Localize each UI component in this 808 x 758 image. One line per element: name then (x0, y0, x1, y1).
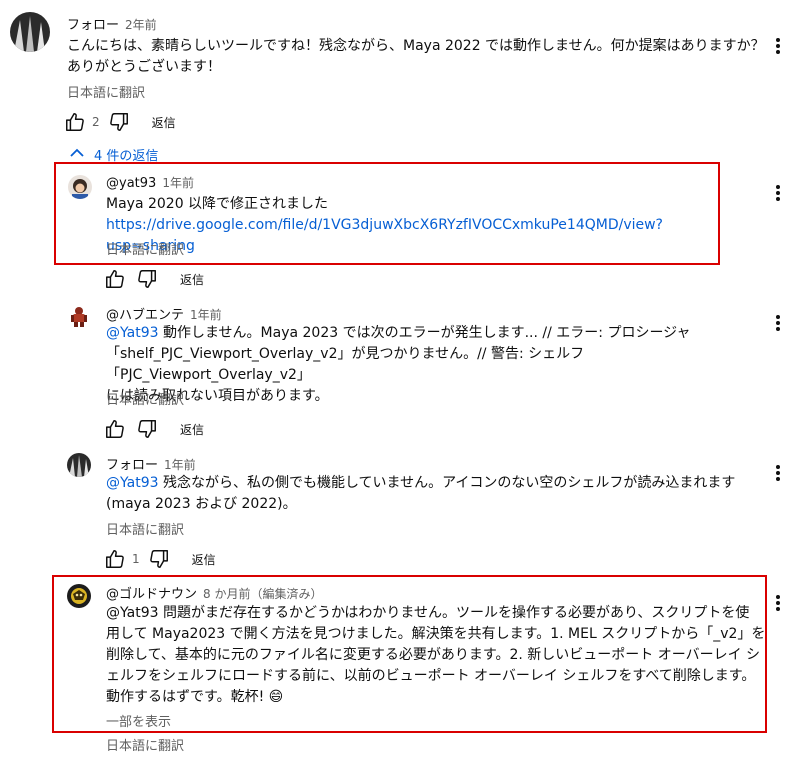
translate-link[interactable]: 日本語に翻訳 (106, 735, 184, 754)
reply-actions: 返信 (104, 418, 204, 440)
mention-link[interactable]: @Yat93 (106, 325, 159, 341)
show-less-button[interactable]: 一部を表示 (106, 711, 171, 730)
drive-link[interactable]: https://drive.google.com/file/d/1VG3djuw… (106, 217, 663, 254)
dislike-icon[interactable] (136, 418, 158, 440)
reply-text-line: Maya 2020 以降で修正されました (106, 196, 329, 212)
author-name[interactable]: @yat93 (106, 176, 156, 191)
like-count: 2 (92, 115, 100, 129)
dislike-icon[interactable] (108, 111, 130, 133)
like-icon[interactable] (104, 548, 126, 570)
avatar-reply-1[interactable] (68, 175, 92, 199)
replies-count-label: 4 件の返信 (94, 149, 159, 164)
chevron-up-icon (70, 147, 84, 162)
reply-text: @Yat93 問題がまだ存在するかどうかはわかりません。ツールを操作する必要があ… (106, 603, 766, 708)
reply-text-line: 残念ながら、私の側でも機能していません。アイコンのない空のシェルフが読み込まれま… (158, 475, 736, 491)
edited-label: （編集済み） (250, 587, 323, 601)
reply-text-line: 削除して、基本的に元のファイル名に変更する必要があります。2. 新しいビューポー… (106, 647, 761, 663)
reply-button[interactable]: 返信 (192, 551, 216, 568)
reply-text: Maya 2020 以降で修正されました https://drive.googl… (106, 194, 746, 257)
more-actions-icon[interactable] (770, 593, 786, 613)
reply-text-line: 動作するはずです。乾杯! 😄 (106, 689, 284, 705)
reply-time[interactable]: 1年前 (190, 308, 222, 322)
comment-text-line: ありがとうございます！ (67, 59, 221, 75)
avatar-reply-3[interactable] (67, 453, 91, 477)
like-count: 1 (132, 552, 140, 566)
more-actions-icon[interactable] (770, 313, 786, 333)
reply-time[interactable]: 1年前 (164, 458, 196, 472)
dislike-icon[interactable] (136, 268, 158, 290)
translate-link[interactable]: 日本語に翻訳 (106, 239, 184, 258)
translate-link[interactable]: 日本語に翻訳 (106, 519, 184, 538)
reply-actions: 1 返信 (104, 548, 216, 570)
translate-link[interactable]: 日本語に翻訳 (106, 389, 184, 408)
comment-actions: 2 返信 (64, 111, 176, 133)
comment-text: こんにちは、素晴らしいツールですね！残念ながら、Maya 2022 では動作しま… (67, 36, 787, 78)
reply-actions: 返信 (104, 268, 204, 290)
reply-button[interactable]: 返信 (152, 114, 176, 131)
reply-text-line: @Yat93 問題がまだ存在するかどうかはわかりません。ツールを操作する必要があ… (106, 605, 750, 621)
reply-text-line: 動作しません。Maya 2023 では次のエラーが発生します... // エラー… (158, 325, 691, 341)
like-icon[interactable] (104, 418, 126, 440)
avatar-reply-2[interactable] (67, 304, 91, 328)
reply-text-line: (maya 2023 および 2022)。 (106, 496, 297, 512)
comment-time[interactable]: 2年前 (125, 18, 157, 32)
reply-button[interactable]: 返信 (180, 271, 204, 288)
reply-header: @yat93 1年前 (106, 174, 194, 191)
reply-header: @ハブエンテ 1年前 (106, 304, 222, 323)
comment-text-line: こんにちは、素晴らしいツールですね！残念ながら、Maya 2022 では動作しま… (67, 38, 765, 54)
reply-text-line: 用して Maya2023 で開く方法を見つけました。解決策を共有します。1. M… (106, 626, 766, 642)
reply-button[interactable]: 返信 (180, 421, 204, 438)
avatar-reply-4[interactable] (67, 584, 91, 608)
like-icon[interactable] (104, 268, 126, 290)
reply-time[interactable]: 8 か月前 (203, 587, 250, 601)
comment-header: フォロー 2年前 (67, 14, 157, 33)
author-name[interactable]: フォロー (67, 18, 119, 33)
author-name[interactable]: @ゴルドナウン (106, 587, 197, 602)
reply-text: @Yat93 残念ながら、私の側でも機能していません。アイコンのない空のシェルフ… (106, 473, 766, 515)
author-name[interactable]: フォロー (106, 458, 158, 473)
reply-header: フォロー 1年前 (106, 454, 196, 473)
like-icon[interactable] (64, 111, 86, 133)
reply-text-line: には読み取れない項目があります。 (106, 388, 329, 404)
reply-time[interactable]: 1年前 (162, 176, 194, 190)
replies-toggle-button[interactable]: 4 件の返信 (70, 145, 158, 164)
avatar-top-comment[interactable] (10, 12, 50, 52)
author-name[interactable]: @ハブエンテ (106, 308, 184, 323)
reply-header: @ゴルドナウン 8 か月前（編集済み） (106, 583, 322, 602)
translate-link[interactable]: 日本語に翻訳 (67, 82, 145, 101)
more-actions-icon[interactable] (770, 183, 786, 203)
more-actions-icon[interactable] (770, 463, 786, 483)
mention-link[interactable]: @Yat93 (106, 475, 159, 491)
reply-text-line: ェルフをシェルフにロードする前に、以前のビューポート オーバーレイ シェルフをす… (106, 668, 756, 684)
dislike-icon[interactable] (148, 548, 170, 570)
reply-text-line: 「shelf_PJC_Viewport_Overlay_v2」が見つかりません。… (106, 346, 585, 383)
more-actions-icon[interactable] (770, 36, 786, 56)
reply-text: @Yat93 動作しません。Maya 2023 では次のエラーが発生します...… (106, 323, 766, 407)
